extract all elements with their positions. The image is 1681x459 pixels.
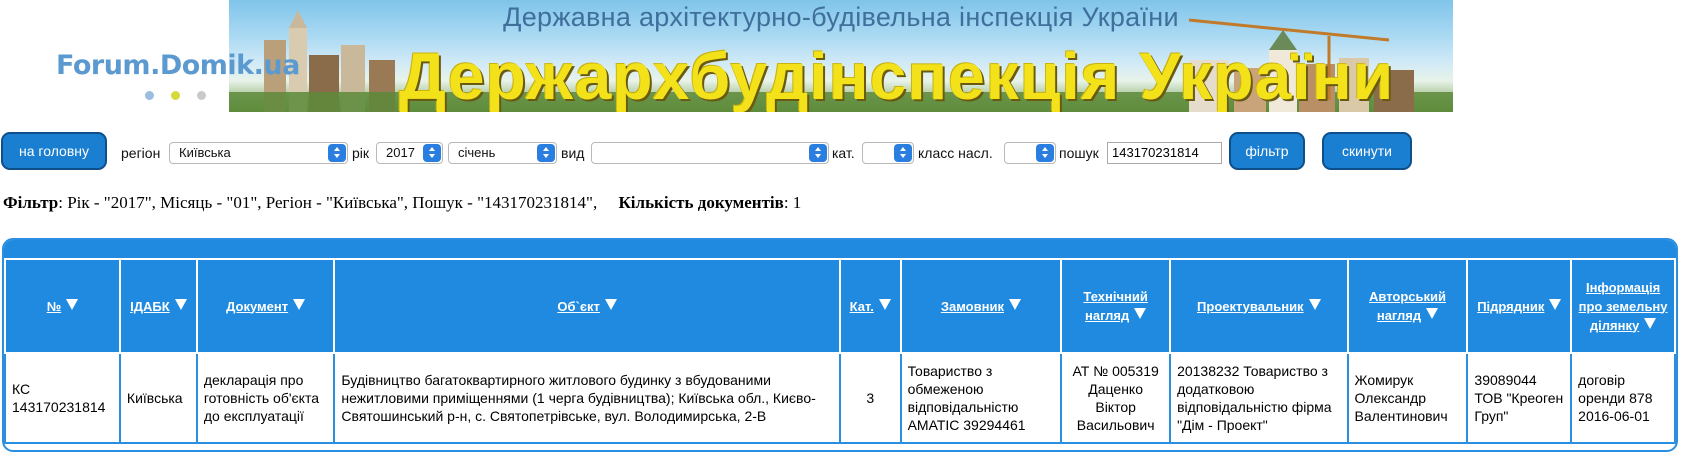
chevron-updown-icon (1036, 144, 1054, 162)
cell-designer: 20138232 Товариство з додатковою відпові… (1169, 352, 1349, 444)
category-select[interactable] (862, 142, 914, 164)
sort-arrow-icon (1549, 298, 1562, 310)
cell-number: КС 143170231814 (4, 352, 121, 444)
class-label: класс насл. (918, 145, 993, 161)
search-input[interactable]: 143170231814 (1107, 142, 1222, 164)
banner-image: Державна архітектурно-будівельна інспекц… (229, 0, 1453, 112)
cell-idabk: Київська (118, 352, 198, 444)
sort-arrow-icon (293, 298, 306, 310)
column-header-technical-supervision[interactable]: Технічний нагляд (1060, 258, 1172, 354)
cell-object: Будівництво багатоквартирного житлового … (333, 352, 841, 444)
forum-logo-dots (145, 87, 223, 105)
sort-arrow-icon (1644, 317, 1657, 329)
chevron-updown-icon (537, 144, 555, 162)
table-row: КС 143170231814 Київська декларація про … (4, 352, 1676, 444)
region-label: регіон (121, 145, 161, 161)
sort-arrow-icon (1308, 298, 1321, 310)
column-header-customer[interactable]: Замовник (899, 258, 1063, 354)
filter-summary-text: : Рік - "2017", Місяць - "01", Регіон - … (58, 193, 598, 212)
cell-author-supervision: Жомирук Олександр Валентинович (1346, 352, 1469, 444)
filter-button[interactable]: фільтр (1229, 132, 1305, 170)
column-header-land-info[interactable]: Інформація про земельну ділянку (1570, 258, 1676, 354)
chevron-updown-icon (894, 144, 912, 162)
year-label: рік (352, 145, 370, 161)
forum-logo: Forum.Domik.ua (56, 50, 300, 81)
chevron-updown-icon (809, 144, 827, 162)
document-count-value: : 1 (783, 193, 802, 212)
filter-toolbar: на головну регіон Київська рік 2017 січе… (0, 132, 1681, 172)
sort-arrow-icon (1008, 298, 1021, 310)
type-label: вид (561, 145, 585, 161)
sort-arrow-icon (878, 298, 891, 310)
banner-title: Держархбудінспекція України (399, 39, 1395, 112)
month-select-value: січень (458, 145, 496, 160)
region-select[interactable]: Київська (169, 142, 348, 164)
filter-summary-label: Фільтр (3, 193, 59, 212)
cell-document: декларація про готовність об'єкта до екс… (195, 352, 336, 444)
column-header-author-supervision[interactable]: Авторський нагляд (1346, 258, 1469, 354)
search-label: пошук (1059, 145, 1099, 161)
sort-arrow-icon (174, 298, 187, 310)
sort-arrow-icon (604, 298, 617, 310)
chevron-updown-icon (423, 144, 441, 162)
cell-customer: Товариство з обмеженою відповідальністю … (899, 352, 1063, 444)
sort-arrow-icon (66, 298, 79, 310)
table-header-row: № ІДАБК Документ Об`єкт Кат. Замовник Те… (4, 258, 1676, 354)
table-top-bar (4, 240, 1676, 258)
results-table: № ІДАБК Документ Об`єкт Кат. Замовник Те… (4, 258, 1676, 444)
cell-contractor: 39089044 ТОВ "Креоген Груп" (1466, 352, 1573, 444)
month-select[interactable]: січень (448, 142, 557, 164)
column-header-idabk[interactable]: ІДАБК (118, 258, 198, 354)
filter-summary: Фільтр: Рік - "2017", Місяць - "01", Рег… (3, 193, 801, 213)
year-select-value: 2017 (386, 145, 415, 160)
chevron-updown-icon (328, 144, 346, 162)
column-header-object[interactable]: Об`єкт (333, 258, 841, 354)
type-select[interactable] (591, 142, 829, 164)
column-header-number[interactable]: № (4, 258, 121, 354)
sort-arrow-icon (1134, 308, 1147, 319)
results-table-container: № ІДАБК Документ Об`єкт Кат. Замовник Те… (2, 238, 1678, 452)
cell-technical-supervision: АТ № 005319 Даценко Віктор Васильович (1060, 352, 1172, 444)
sort-arrow-icon (1426, 308, 1439, 319)
cell-category: 3 (838, 352, 902, 444)
region-select-value: Київська (179, 145, 231, 160)
reset-button[interactable]: скинути (1322, 132, 1412, 170)
cell-land-info: договір оренди 878 2016-06-01 (1570, 352, 1676, 444)
banner-subtitle: Державна архітектурно-будівельна інспекц… (503, 2, 1179, 32)
column-header-contractor[interactable]: Підрядник (1466, 258, 1573, 354)
year-select[interactable]: 2017 (376, 142, 443, 164)
home-button[interactable]: на головну (1, 132, 107, 170)
class-select[interactable] (1004, 142, 1056, 164)
column-header-designer[interactable]: Проектувальник (1169, 258, 1349, 354)
column-header-category[interactable]: Кат. (838, 258, 902, 354)
column-header-document[interactable]: Документ (195, 258, 336, 354)
category-label: кат. (832, 145, 855, 161)
document-count-label: Кількість документів (618, 193, 784, 212)
